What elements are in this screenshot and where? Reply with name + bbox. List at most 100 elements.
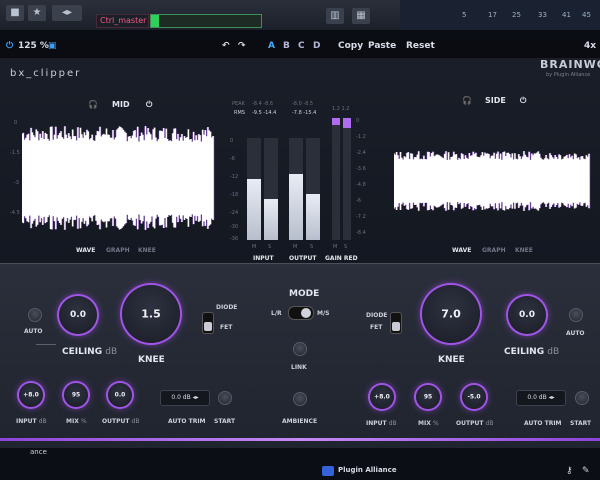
preset-d-button[interactable]: D	[313, 41, 320, 51]
axis-label: -1.5	[10, 150, 20, 156]
redo-icon[interactable]: ↷	[238, 41, 246, 51]
mid-tab-wave[interactable]: WAVE	[76, 247, 95, 254]
side-power-icon[interactable]: ⏻	[520, 96, 526, 106]
output-meter-s	[306, 138, 320, 240]
left-input-text: INPUT	[16, 418, 37, 425]
side-tab-wave[interactable]: WAVE	[452, 247, 471, 254]
mid-title: MID	[112, 100, 130, 109]
link-button[interactable]	[293, 342, 307, 356]
divider	[36, 344, 56, 345]
left-start-button[interactable]	[218, 391, 232, 405]
mid-tab-graph[interactable]: GRAPH	[106, 247, 130, 254]
preset-b-button[interactable]: B	[283, 41, 290, 51]
stop-icon[interactable]: ■	[6, 5, 24, 21]
left-auto-trim-field[interactable]: 0.0 dB ◂▸	[160, 390, 210, 406]
plugin-header: ⏻ 125 % ▣ ↶ ↷ A B C D Copy Paste Reset 4…	[0, 38, 600, 58]
preset-a-button[interactable]: A	[268, 41, 275, 51]
taskbar-item[interactable]: ance	[30, 448, 47, 456]
brand-logo: BRAINWORX	[540, 58, 600, 71]
left-diode-label: DIODE	[216, 304, 238, 311]
window-icon[interactable]: ▣	[48, 41, 57, 51]
right-output-unit: dB	[485, 420, 494, 427]
tool-icon[interactable]: ✎	[582, 466, 590, 476]
right-ceiling-unit: dB	[547, 347, 560, 357]
left-input-knob[interactable]: +8.0	[19, 383, 43, 407]
mid-tab-knee[interactable]: KNEE	[138, 247, 156, 254]
link-label: LINK	[291, 364, 307, 371]
mid-power-icon[interactable]: ⏻	[146, 100, 152, 110]
right-fet-label: FET	[370, 324, 383, 331]
right-ceiling-knob[interactable]: 0.0	[508, 296, 546, 334]
scale-label: -6	[230, 156, 235, 162]
gr-scale-label: -2.4	[356, 150, 366, 156]
side-tab-graph[interactable]: GRAPH	[482, 247, 506, 254]
right-diode-fet-switch[interactable]	[390, 312, 402, 334]
piano-icon[interactable]: ▥	[326, 8, 344, 24]
rms-label: RMS	[234, 110, 245, 116]
left-fet-label: FET	[220, 324, 233, 331]
timeline[interactable]: 5 17 25 33 41 45	[400, 0, 600, 30]
left-output-label: OUTPUT dB	[102, 418, 139, 425]
mode-ms-label: M/S	[317, 310, 330, 317]
transport-buttons[interactable]: ◂▸	[52, 5, 82, 21]
right-auto-trim-field[interactable]: 0.0 dB ◂▸	[516, 390, 566, 406]
scale-label: -36	[230, 236, 239, 242]
right-mix-label: MIX %	[418, 420, 439, 427]
left-auto-ceiling-button[interactable]	[28, 308, 42, 322]
preset-c-button[interactable]: C	[298, 41, 305, 51]
side-tab-knee[interactable]: KNEE	[515, 247, 533, 254]
ambience-button[interactable]	[293, 392, 307, 406]
right-input-unit: dB	[388, 420, 397, 427]
right-auto-ceiling-button[interactable]	[569, 308, 583, 322]
mode-label: MODE	[289, 289, 320, 299]
scale-label: -30	[230, 224, 239, 230]
left-output-text: OUTPUT	[102, 418, 130, 425]
ms-label: M	[252, 244, 257, 250]
axis-label: -4.5	[10, 210, 20, 216]
output-rms-readout: -7.8 -15.4	[292, 110, 317, 116]
accent-strip	[0, 438, 600, 441]
gr-scale-label: -6	[356, 198, 361, 204]
right-start-button[interactable]	[575, 391, 589, 405]
power-icon[interactable]: ⏻	[6, 41, 13, 51]
oversampling-selector[interactable]: 4x	[584, 41, 596, 51]
key-icon[interactable]: ⚷	[566, 466, 573, 476]
mode-switch[interactable]	[288, 306, 314, 320]
plugin-alliance-icon[interactable]	[322, 466, 334, 476]
zoom-level[interactable]: 125 %	[18, 41, 49, 51]
right-input-knob[interactable]: +8.0	[370, 385, 394, 409]
track-name-field[interactable]: Ctrl_master	[96, 14, 149, 28]
gr-scale-label: 0	[356, 118, 360, 124]
plugin-alliance-label[interactable]: Plugin Alliance	[338, 466, 397, 474]
star-icon[interactable]: ★	[28, 5, 46, 21]
gr-scale-label: -4.8	[356, 182, 366, 188]
gr-meter-s	[343, 118, 351, 240]
left-ceiling-knob[interactable]: 0.0	[59, 296, 97, 334]
left-knee-knob[interactable]: 1.5	[122, 285, 180, 343]
right-mix-knob[interactable]: 95	[416, 385, 440, 409]
gr-peak-readout: 1.2 1.2	[332, 106, 350, 112]
left-knee-label: KNEE	[138, 355, 165, 365]
undo-icon[interactable]: ↶	[222, 41, 230, 51]
left-ceiling-text: CEILING	[62, 347, 103, 357]
right-output-knob[interactable]: -5.0	[462, 385, 486, 409]
right-auto-trim-label: AUTO TRIM	[524, 420, 562, 427]
copy-button[interactable]: Copy	[338, 41, 363, 51]
reset-button[interactable]: Reset	[406, 41, 435, 51]
left-knee-value: 1.5	[141, 307, 161, 321]
input-peak-readout: -8.4 -8.6	[252, 101, 274, 107]
paste-button[interactable]: Paste	[368, 41, 396, 51]
headphone-icon[interactable]: 🎧	[88, 100, 98, 109]
left-mix-knob[interactable]: 95	[64, 383, 88, 407]
left-mix-value: 95	[71, 391, 81, 399]
ms-label: S	[310, 244, 314, 250]
right-input-text: INPUT	[366, 420, 387, 427]
grid-icon[interactable]: ▦	[352, 8, 370, 24]
right-mix-unit: %	[432, 420, 439, 427]
side-headphone-icon[interactable]: 🎧	[462, 96, 472, 105]
plugin-name: bx_clipper	[10, 68, 82, 79]
left-mix-label: MIX %	[66, 418, 87, 425]
right-knee-knob[interactable]: 7.0	[422, 285, 480, 343]
left-diode-fet-switch[interactable]	[202, 312, 214, 334]
left-output-knob[interactable]: 0.0	[108, 383, 132, 407]
